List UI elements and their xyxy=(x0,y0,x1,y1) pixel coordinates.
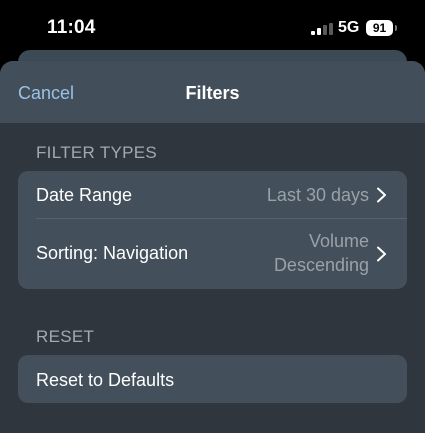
status-time: 11:04 xyxy=(47,17,96,38)
filter-types-group: Date Range Last 30 days Sorting: Navigat… xyxy=(18,171,407,289)
reset-to-defaults-button[interactable]: Reset to Defaults xyxy=(18,355,407,403)
sorting-navigation-row[interactable]: Sorting: Navigation Volume Descending xyxy=(18,219,407,289)
row-label: Reset to Defaults xyxy=(36,370,175,390)
reset-group: Reset to Defaults xyxy=(18,355,407,403)
section-header-reset: RESET xyxy=(36,327,95,346)
row-value-line1: Volume xyxy=(308,231,369,251)
filters-sheet: Cancel Filters FILTER TYPES Date Range L… xyxy=(0,61,425,433)
row-label: Date Range xyxy=(36,185,133,205)
battery-tip xyxy=(395,25,397,31)
page-title: Filters xyxy=(185,83,240,103)
battery-icon: 91 xyxy=(366,20,393,36)
status-bar: 11:04 5G 91 xyxy=(0,0,425,52)
row-value: Volume Descending xyxy=(274,229,369,277)
signal-icon xyxy=(311,23,333,35)
date-range-row[interactable]: Date Range Last 30 days xyxy=(18,171,407,218)
chevron-right-icon xyxy=(377,187,386,203)
row-value-line2: Descending xyxy=(273,255,369,275)
section-header-filter-types: FILTER TYPES xyxy=(36,143,158,162)
row-value: Last 30 days xyxy=(266,185,369,205)
chevron-right-icon xyxy=(377,246,386,262)
network-type: 5G xyxy=(338,19,360,36)
row-label: Sorting: Navigation xyxy=(36,243,189,263)
nav-bar: Cancel Filters xyxy=(0,61,425,123)
